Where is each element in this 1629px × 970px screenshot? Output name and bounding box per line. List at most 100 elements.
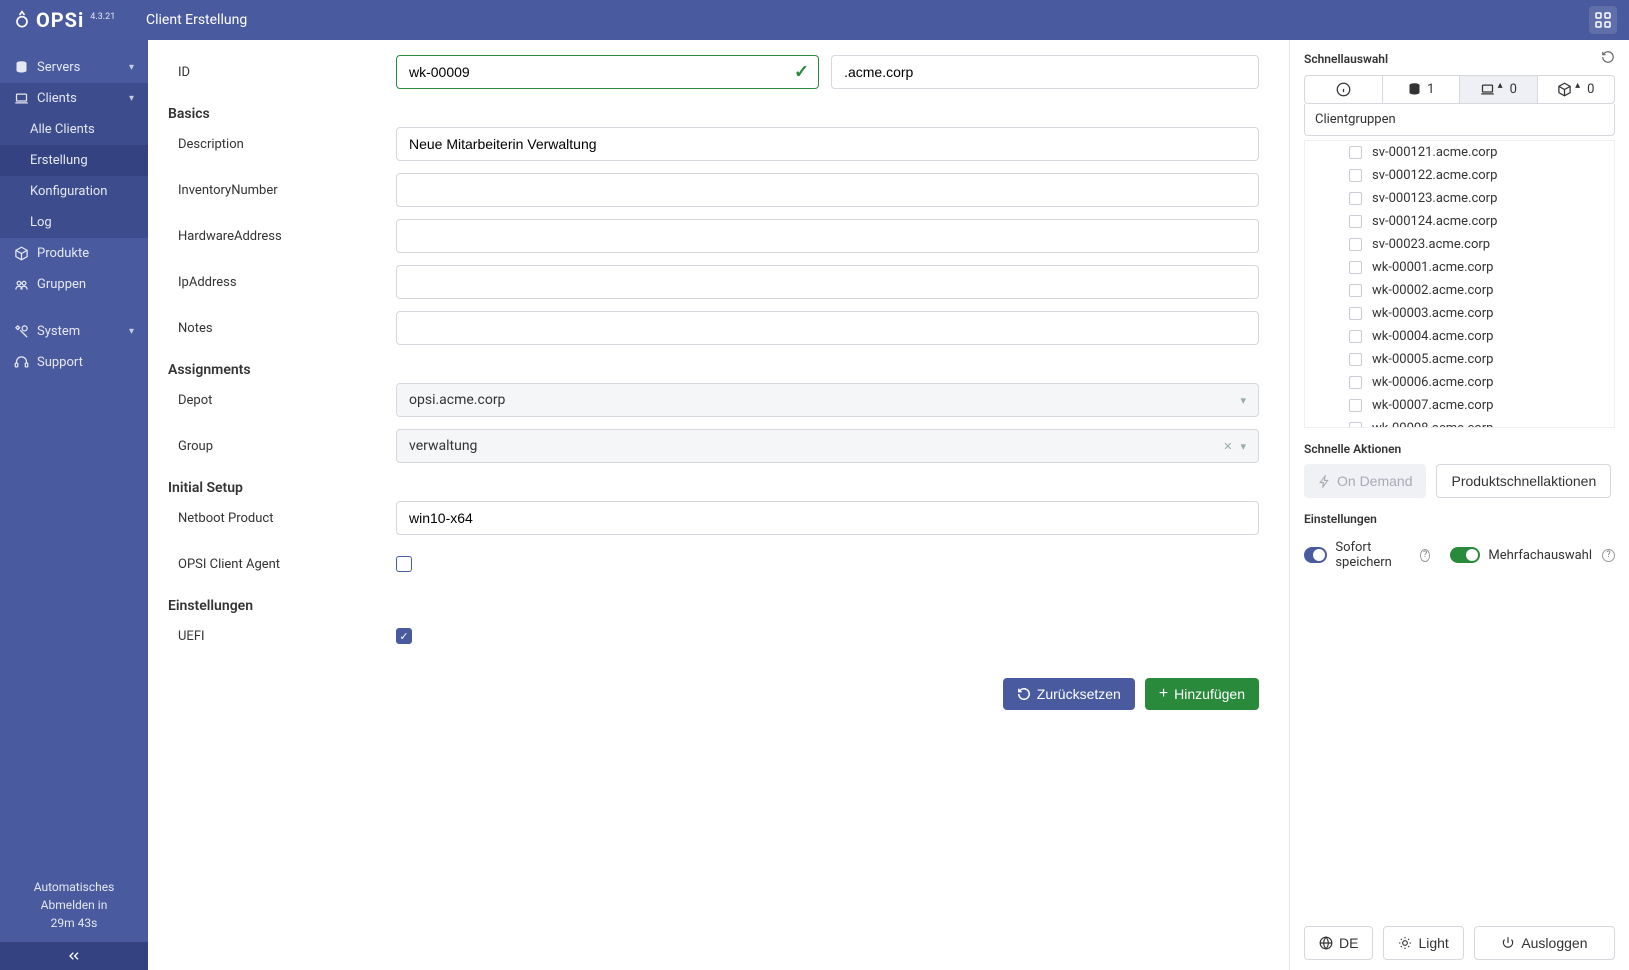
- multi-select-toggle[interactable]: [1450, 547, 1480, 563]
- list-item[interactable]: wk-00004.acme.corp: [1305, 325, 1614, 348]
- list-item[interactable]: sv-00023.acme.corp: [1305, 233, 1614, 256]
- theme-button[interactable]: Light: [1383, 926, 1463, 960]
- grid-menu-button[interactable]: [1589, 6, 1617, 34]
- clear-icon[interactable]: ✕: [1223, 440, 1232, 453]
- grid-icon: [1595, 12, 1611, 28]
- sidebar-item-create[interactable]: Erstellung: [0, 145, 148, 176]
- sidebar-label: Alle Clients: [30, 122, 95, 137]
- section-assignments: Assignments: [168, 356, 1259, 382]
- checkbox[interactable]: [1349, 169, 1362, 182]
- client-name: wk-00002.acme.corp: [1372, 283, 1493, 298]
- product-quick-actions-button[interactable]: Produktschnellaktionen: [1436, 464, 1611, 498]
- chevron-down-icon: ▾: [1240, 394, 1246, 407]
- checkbox[interactable]: [1349, 422, 1362, 428]
- list-item[interactable]: wk-00001.acme.corp: [1305, 256, 1614, 279]
- refresh-button[interactable]: [1601, 50, 1615, 67]
- sidebar-item-system[interactable]: System ▾: [0, 316, 148, 347]
- group-label: Group: [178, 439, 213, 454]
- depot-select[interactable]: opsi.acme.corp ▾: [396, 383, 1259, 417]
- tab-prod-count: 0: [1587, 82, 1594, 97]
- sidebar-item-clients[interactable]: Clients ▾: [0, 83, 148, 114]
- inventory-input[interactable]: [396, 173, 1259, 207]
- tab-depots[interactable]: 1: [1383, 76, 1461, 103]
- sidebar-item-servers[interactable]: Servers ▾: [0, 52, 148, 83]
- group-select[interactable]: verwaltung ✕▾: [396, 429, 1259, 463]
- uefi-checkbox[interactable]: ✓: [396, 628, 412, 644]
- tools-icon: [14, 324, 29, 339]
- add-button[interactable]: + Hinzufügen: [1145, 678, 1259, 710]
- lang-label: DE: [1339, 935, 1358, 951]
- help-icon[interactable]: ?: [1420, 549, 1431, 562]
- list-item[interactable]: sv-000124.acme.corp: [1305, 210, 1614, 233]
- checkbox[interactable]: [1349, 261, 1362, 274]
- netboot-input[interactable]: [396, 501, 1259, 535]
- hardware-input[interactable]: [396, 219, 1259, 253]
- checkbox[interactable]: [1349, 284, 1362, 297]
- ip-input[interactable]: [396, 265, 1259, 299]
- list-item[interactable]: sv-000122.acme.corp: [1305, 164, 1614, 187]
- checkbox[interactable]: [1349, 353, 1362, 366]
- list-item[interactable]: wk-00006.acme.corp: [1305, 371, 1614, 394]
- id-label: ID: [178, 65, 190, 80]
- multi-select-label: Mehrfachauswahl: [1488, 548, 1592, 563]
- quick-select-tabs: 1 ▴ 0 ▴ 0: [1304, 75, 1615, 104]
- notes-label: Notes: [178, 321, 213, 336]
- sidebar-collapse-button[interactable]: [0, 942, 148, 970]
- list-item[interactable]: wk-00003.acme.corp: [1305, 302, 1614, 325]
- client-name: wk-00007.acme.corp: [1372, 398, 1493, 413]
- quick-select-title: Schnellauswahl: [1304, 52, 1388, 66]
- sidebar-item-config[interactable]: Konfiguration: [0, 176, 148, 207]
- auto-logout-label: Automatisches Abmelden in: [8, 878, 140, 914]
- reset-button[interactable]: Zurücksetzen: [1003, 678, 1135, 710]
- checkbox[interactable]: [1349, 215, 1362, 228]
- sidebar-item-log[interactable]: Log: [0, 207, 148, 238]
- list-item[interactable]: sv-000121.acme.corp: [1305, 141, 1614, 164]
- agent-checkbox[interactable]: [396, 556, 412, 572]
- checkbox[interactable]: [1349, 399, 1362, 412]
- tab-products[interactable]: ▴ 0: [1538, 76, 1615, 103]
- list-item[interactable]: wk-00007.acme.corp: [1305, 394, 1614, 417]
- help-icon[interactable]: ?: [1602, 549, 1615, 562]
- checkbox[interactable]: [1349, 146, 1362, 159]
- tab-clients[interactable]: ▴ 0: [1460, 76, 1538, 103]
- refresh-icon: [1017, 687, 1031, 701]
- theme-label: Light: [1418, 935, 1448, 951]
- sidebar-item-products[interactable]: Produkte: [0, 238, 148, 269]
- tab-info[interactable]: [1305, 76, 1383, 103]
- client-name: wk-00004.acme.corp: [1372, 329, 1493, 344]
- sidebar-label: Erstellung: [30, 153, 88, 168]
- sidebar-item-support[interactable]: Support: [0, 347, 148, 378]
- description-input[interactable]: [396, 127, 1259, 161]
- sidebar-item-all-clients[interactable]: Alle Clients: [0, 114, 148, 145]
- tab-client-count: 0: [1510, 82, 1517, 97]
- list-item[interactable]: wk-00002.acme.corp: [1305, 279, 1614, 302]
- auto-logout-time: 29m 43s: [8, 914, 140, 932]
- checkbox[interactable]: [1349, 376, 1362, 389]
- id-input[interactable]: [396, 55, 819, 89]
- description-label: Description: [178, 137, 244, 152]
- list-item[interactable]: wk-00008.acme.corp: [1305, 417, 1614, 428]
- chevron-down-icon: ▾: [129, 62, 134, 73]
- section-initial-setup: Initial Setup: [168, 474, 1259, 500]
- package-icon: [1557, 82, 1572, 97]
- checkbox[interactable]: [1349, 192, 1362, 205]
- checkbox[interactable]: [1349, 307, 1362, 320]
- plus-icon: +: [1159, 686, 1168, 702]
- notes-input[interactable]: [396, 311, 1259, 345]
- sidebar-item-groups[interactable]: Gruppen: [0, 269, 148, 300]
- save-immediate-toggle[interactable]: [1304, 547, 1327, 563]
- auto-logout-info: Automatisches Abmelden in 29m 43s: [0, 868, 148, 942]
- logout-button[interactable]: Ausloggen: [1474, 926, 1615, 960]
- uefi-label: UEFI: [178, 629, 205, 644]
- client-groups-header[interactable]: Clientgruppen: [1304, 104, 1615, 136]
- sidebar-label: Konfiguration: [30, 184, 107, 199]
- domain-input[interactable]: [831, 55, 1259, 89]
- client-create-form: ID ✓ Basics Description Inventory: [148, 40, 1289, 970]
- client-name: sv-000121.acme.corp: [1372, 145, 1497, 160]
- list-item[interactable]: sv-000123.acme.corp: [1305, 187, 1614, 210]
- checkbox[interactable]: [1349, 330, 1362, 343]
- list-item[interactable]: wk-00005.acme.corp: [1305, 348, 1614, 371]
- checkbox[interactable]: [1349, 238, 1362, 251]
- client-list[interactable]: sv-000121.acme.corpsv-000122.acme.corpsv…: [1305, 141, 1614, 428]
- language-button[interactable]: DE: [1304, 926, 1373, 960]
